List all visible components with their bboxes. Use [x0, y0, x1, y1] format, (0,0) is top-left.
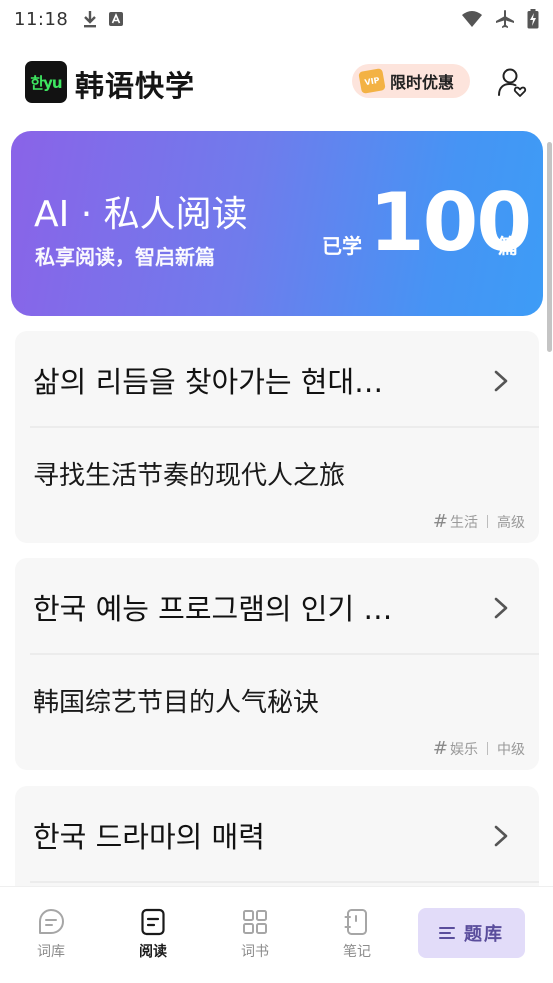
bottom-nav: 词库 阅读 词书 笔记 题库: [0, 886, 553, 983]
nav-item-reading[interactable]: 阅读: [121, 907, 185, 961]
limited-offer-label: 限时优惠: [390, 73, 455, 92]
app-logo: 한yu: [25, 61, 67, 103]
chevron-right-icon: [494, 825, 508, 847]
hashtag-icon: #: [432, 738, 448, 759]
vip-ticket-icon: VIP: [358, 68, 386, 94]
ai-banner-subtitle: 私享阅读，智启新篇: [35, 245, 215, 269]
tag-separator: [487, 742, 488, 755]
vip-badge-text: VIP: [363, 75, 381, 87]
tag-separator: [487, 515, 488, 528]
user-heart-icon: [498, 68, 527, 97]
wifi-icon: [462, 11, 482, 27]
article-card[interactable]: 한국 예능 프로그램의 인기 … 韩国综艺节目的人气秘诀 # 娱乐 中级: [15, 558, 539, 770]
user-profile-button[interactable]: [494, 64, 530, 100]
grid-icon: [243, 910, 267, 934]
question-bank-button[interactable]: 题库: [418, 908, 525, 958]
scrollbar-thumb[interactable]: [547, 142, 552, 352]
ai-reading-banner[interactable]: AI · 私人阅读 私享阅读，智启新篇 已学 100 篇: [11, 131, 543, 316]
article-category: 生活: [450, 514, 478, 531]
learned-unit: 篇: [498, 234, 518, 258]
download-icon: [84, 11, 97, 28]
article-category: 娱乐: [450, 741, 478, 758]
nav-item-notes[interactable]: 笔记: [325, 907, 389, 961]
hashtag-icon: #: [432, 511, 448, 532]
nav-label: 笔记: [343, 944, 371, 960]
chevron-right-icon: [494, 370, 508, 392]
learned-prefix: 已学: [322, 234, 362, 258]
document-icon: [141, 908, 165, 936]
status-bar: 11:18: [0, 0, 553, 38]
card-divider: [30, 881, 539, 883]
app-header: 한yu 韩语快学 VIP 限时优惠: [0, 50, 553, 114]
app-title: 韩语快学: [75, 69, 196, 103]
battery-charging-icon: [527, 9, 539, 29]
ai-banner-title: AI · 私人阅读: [34, 194, 248, 235]
list-icon: [439, 927, 455, 939]
chat-bubble-icon: [39, 909, 64, 934]
article-chinese-title: 寻找生活节奏的现代人之旅: [33, 461, 346, 491]
nav-item-word-books[interactable]: 词书: [223, 907, 287, 961]
airplane-mode-icon: [496, 10, 514, 28]
app-notification-icon: [109, 12, 124, 26]
nav-label: 阅读: [139, 944, 167, 960]
article-korean-title: 한국 드라마의 매력: [33, 820, 265, 854]
article-card[interactable]: 삶의 리듬을 찾아가는 현대… 寻找生活节奏的现代人之旅 # 生活 高级: [15, 331, 539, 543]
article-level: 高级: [497, 514, 525, 531]
app-logo-text: 한yu: [30, 73, 62, 92]
question-bank-label: 题库: [464, 924, 504, 945]
article-tags: # 娱乐 中级: [433, 738, 525, 759]
chevron-right-icon: [494, 597, 508, 619]
nav-label: 词库: [37, 944, 65, 960]
article-korean-title: 삶의 리듬을 찾아가는 현대…: [33, 365, 384, 399]
card-divider: [30, 426, 539, 428]
article-chinese-title: 韩国综艺节目的人气秘诀: [33, 688, 320, 718]
notebook-icon: [344, 909, 367, 935]
status-time: 11:18: [14, 8, 69, 30]
nav-item-word-bank[interactable]: 词库: [19, 907, 83, 961]
card-divider: [30, 653, 539, 655]
article-tags: # 生活 高级: [433, 511, 525, 532]
article-korean-title: 한국 예능 프로그램의 인기 …: [33, 592, 393, 626]
nav-label: 词书: [241, 944, 269, 960]
article-level: 中级: [497, 741, 525, 758]
limited-offer-button[interactable]: VIP 限时优惠: [352, 64, 470, 98]
